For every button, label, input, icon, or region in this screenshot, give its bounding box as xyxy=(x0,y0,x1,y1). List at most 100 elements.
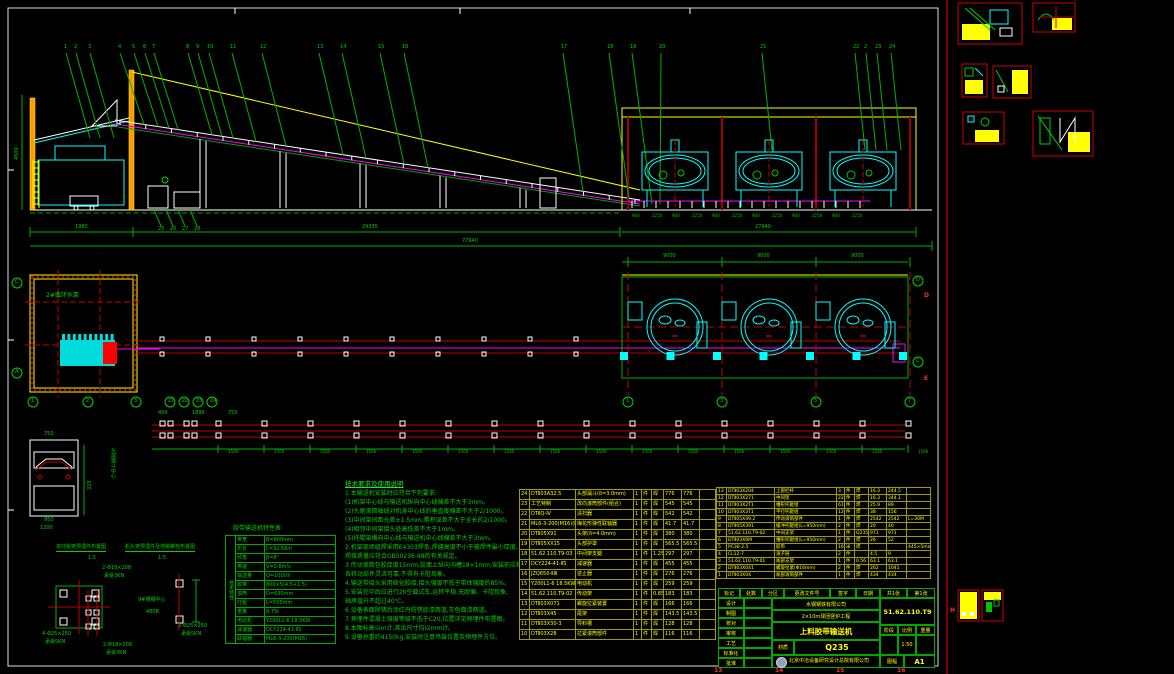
spec-row: 联轴器 ML6-3-200(M16) xyxy=(226,634,336,644)
callout-label: 2 xyxy=(864,44,868,50)
plan-span-dim: 9000 xyxy=(757,253,770,259)
sig-label: 审核 xyxy=(718,628,744,638)
bom-cell: DTⅡ03X6M xyxy=(726,536,775,544)
bom-cell: DTⅡ03X28 xyxy=(529,629,576,640)
drive-teeth xyxy=(99,334,103,340)
spec-cell: Y200L1-6 18.5KW xyxy=(264,616,336,626)
callout-leader xyxy=(197,52,223,137)
bom-cell xyxy=(699,579,716,590)
bom-cell: 1 xyxy=(716,571,727,579)
bom-cell: 12 xyxy=(519,609,530,620)
callout-leader xyxy=(608,52,630,199)
bom-cell: 件 xyxy=(641,489,652,500)
plan-cyan-support xyxy=(620,352,628,360)
pump-house-elevation xyxy=(29,69,135,211)
spec-row: 倾角 β=8° xyxy=(226,553,336,563)
bom-cell xyxy=(906,501,931,509)
spec-cell: 9.75t xyxy=(264,607,336,617)
callout-label: 13 xyxy=(317,44,324,50)
spec-cell: 联轴器 xyxy=(235,634,265,644)
sig-label: 设计 xyxy=(718,598,744,608)
spec-cell: L=556mm xyxy=(264,598,336,608)
bom-cell: 焊 xyxy=(651,609,664,620)
bom-cell: DTⅡ05X91 xyxy=(529,529,576,540)
bom-cell: 工艺特制 xyxy=(529,499,576,510)
head-callout-label: 25 xyxy=(158,226,165,232)
bom-cell: JZQ650-ⅡⅢ xyxy=(529,569,576,580)
bom-cell: 542 xyxy=(663,509,682,520)
note-line: 5.安装完毕后应进行2h空载试车,运转平稳,无跑偏、卡阻现象, xyxy=(345,589,509,596)
bom-row: 12 DTⅡ03X45 尾架 1 件焊 143.5 143.5 xyxy=(519,609,716,620)
under-tank-dim: 2250 xyxy=(812,213,823,218)
bom-cell: 件 xyxy=(844,515,855,523)
bom-cell: DTⅡ05X49.2 xyxy=(726,515,775,523)
note-line: 7.预埋件混凝土强度等级不低于C20,位置详见预埋件布置图。 xyxy=(345,616,509,623)
spec-row: 机长 L=32.56m xyxy=(226,544,336,554)
strip-bay-dim: 1500 xyxy=(366,449,377,454)
callout-label: 23 xyxy=(875,44,882,50)
plan-support xyxy=(481,336,487,342)
bom-cell: 焊 xyxy=(854,522,869,530)
zone-letter-h: H xyxy=(950,607,956,614)
bom-cell xyxy=(906,557,931,565)
spec-cell: B=800mm xyxy=(264,535,336,545)
sig-value xyxy=(744,648,772,658)
note-line: 轴承温升不超过40℃。 xyxy=(345,598,408,605)
callout-label: 15 xyxy=(378,44,385,50)
bom-cell: 1 xyxy=(633,529,642,540)
bom-cell: 1041 xyxy=(886,564,907,572)
plan-cyan-support xyxy=(899,352,907,360)
strip-dim-1: 450 xyxy=(158,410,168,416)
bom-cell: 455 xyxy=(663,559,682,570)
bom-cell: 10 xyxy=(519,629,530,640)
plan-support xyxy=(205,336,211,342)
bom-cell: 导料槽 xyxy=(575,619,634,630)
bom-cell: 259 xyxy=(663,579,682,590)
bom-cell: 183 xyxy=(681,589,700,600)
bom-cell: 20 xyxy=(868,522,887,530)
callout-label: 2 xyxy=(74,44,78,50)
bom-cell: 2 xyxy=(716,564,727,572)
strip-bay-dim: 1500 xyxy=(228,449,239,454)
bom-cell: 焊 xyxy=(651,619,664,630)
strip-plate xyxy=(905,432,912,439)
bom-cell: 焊 xyxy=(651,499,664,510)
bom-cell: 51.62.110.T9-01 xyxy=(726,557,775,565)
bom-cell: 1 xyxy=(836,529,845,537)
callout-label: 17 xyxy=(561,44,568,50)
bom-cell: 380 xyxy=(663,529,682,540)
bom-cell: 焊 xyxy=(651,539,664,550)
bom-cell: 缓冲托辊组(L=950mm) xyxy=(774,522,837,530)
spec-cell: 800×5(4.5+1.5) xyxy=(264,580,336,590)
bom-cell: 上部栏杆 xyxy=(774,487,837,495)
bom-cell: 143.5 xyxy=(681,609,700,620)
bom-cell: 中间架支腿 xyxy=(575,549,634,560)
bom-cell: 434 xyxy=(886,571,907,579)
bom-cell: 尾部滚筒部件 xyxy=(774,571,837,579)
bom-cell: 16 xyxy=(519,569,530,580)
tank-plan-pedestal xyxy=(721,301,737,321)
bom-cell: 件 xyxy=(641,629,652,640)
tank-detail xyxy=(846,170,856,180)
bom-cell: 244.5 xyxy=(886,487,907,495)
bom-cell: 件 xyxy=(641,619,652,630)
anchor-label-c: 2-Φ18×208 xyxy=(103,642,133,648)
detail-thumbnail-7 xyxy=(957,589,980,622)
technical-notes: 技术要求及使用说明 1.本输送机安装时应符合下列要求: (1)机架中心线与输送机纵… xyxy=(345,479,519,642)
bom-cell: 971 xyxy=(868,529,887,537)
under-tank-dim: 2250 xyxy=(652,213,663,218)
bom-cell: 件 xyxy=(641,599,652,610)
tank-detail xyxy=(677,169,685,177)
bom-cell: 12 xyxy=(836,508,845,516)
axis-left-label: 1 xyxy=(31,398,35,404)
spec-cell: 输送量 xyxy=(235,571,265,581)
bom-cell: 455 xyxy=(681,559,700,570)
note-line: 1.本输送机安装时应符合下列要求: xyxy=(345,490,437,497)
bom-cell: 件 xyxy=(641,529,652,540)
bom-cell: DTⅡ03X3T1 xyxy=(726,508,775,516)
bom-cell: 焊 xyxy=(651,599,664,610)
tank-detail xyxy=(771,169,779,177)
under-tank-dim: 2250 xyxy=(852,213,863,218)
zone-number-15: 15 xyxy=(836,667,845,674)
idler-section-detail xyxy=(29,439,85,517)
